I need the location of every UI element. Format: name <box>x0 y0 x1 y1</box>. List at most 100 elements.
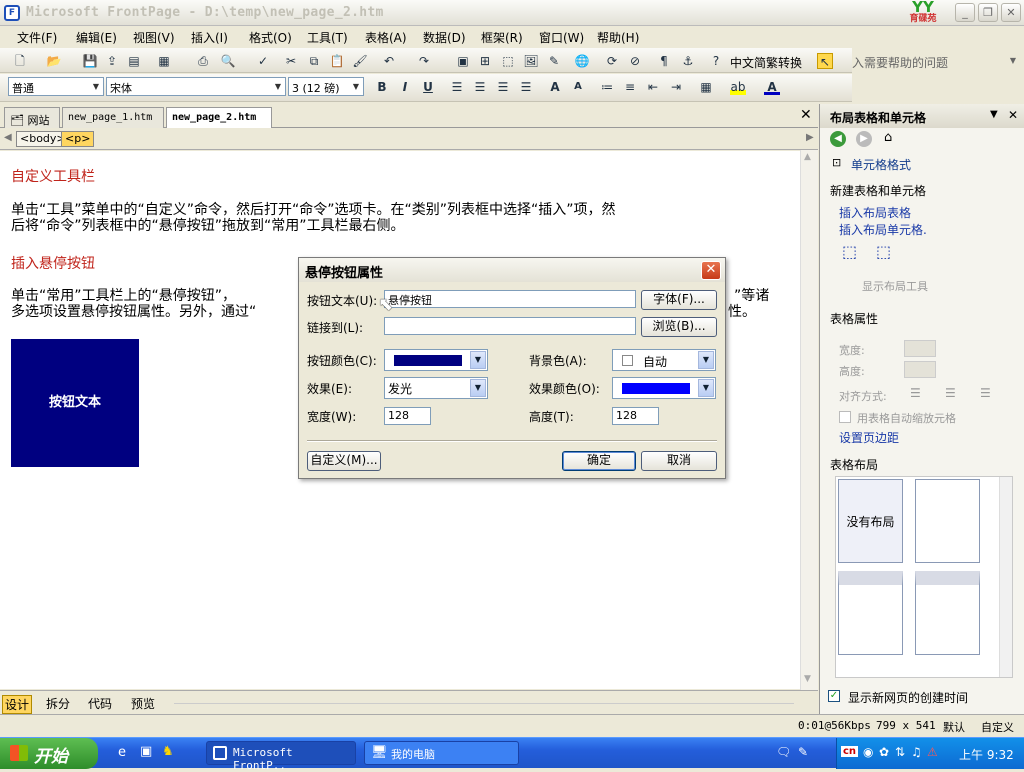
frontpage-app-icon[interactable]: F <box>4 5 20 21</box>
view-split-tab[interactable]: 拆分 <box>46 695 70 712</box>
view-design-tab[interactable]: 设计 <box>2 695 33 714</box>
horizontal-scrollbar[interactable] <box>174 703 794 704</box>
forward-icon[interactable]: ▶ <box>856 131 872 147</box>
scroll-up-icon[interactable]: ▲ <box>804 152 811 162</box>
menu-view[interactable]: 视图(V) <box>133 29 175 46</box>
highlight-icon[interactable]: ab <box>730 79 746 95</box>
effect-color-select[interactable]: ▼ <box>612 377 716 399</box>
align-right-icon[interactable]: ☰ <box>495 79 511 95</box>
insert-layout-table-link[interactable]: 插入布局表格 <box>839 204 911 221</box>
menu-help[interactable]: 帮助(H) <box>597 29 639 46</box>
style-combo[interactable]: 普通 ▼ <box>8 77 104 96</box>
draw-cell-icon[interactable]: ⬚ <box>876 242 891 261</box>
layout-none[interactable]: 没有布局 <box>838 479 903 563</box>
height-input[interactable] <box>904 361 936 378</box>
start-button[interactable]: 开始 <box>0 738 98 769</box>
width-input[interactable]: 128 <box>384 407 431 425</box>
menu-table[interactable]: 表格(A) <box>365 29 407 46</box>
copy-icon[interactable]: ⧉ <box>306 53 322 69</box>
clock[interactable]: 上午 9:32 <box>959 746 1014 763</box>
align-center-icon[interactable]: ☰ <box>945 386 956 400</box>
pane-close-icon[interactable]: ✕ <box>1008 108 1018 122</box>
width-input[interactable] <box>904 340 936 357</box>
pane-menu-icon[interactable]: ▼ <box>990 109 998 120</box>
drawing-icon[interactable]: ✎ <box>546 53 562 69</box>
menu-tools[interactable]: 工具(T) <box>307 29 348 46</box>
cell-format-link[interactable]: 单元格格式 <box>851 156 911 173</box>
back-icon[interactable]: ◀ <box>830 131 846 147</box>
cut-icon[interactable]: ✂ <box>283 53 299 69</box>
print-preview-icon[interactable]: 🔍 <box>220 53 236 69</box>
height-input[interactable]: 128 <box>612 407 659 425</box>
layout-table-icon[interactable]: ⬚ <box>500 53 516 69</box>
desktop-quicklaunch-icon[interactable]: ▣ <box>140 744 152 759</box>
align-center-icon[interactable]: ☰ <box>472 79 488 95</box>
gallery-scrollbar[interactable] <box>999 477 1012 677</box>
restore-button[interactable]: ❐ <box>978 3 998 22</box>
home-icon[interactable]: ⌂ <box>884 130 892 145</box>
layout-option-3[interactable] <box>915 571 980 655</box>
format-painter-icon[interactable]: 🖌 <box>352 53 368 69</box>
alert-icon[interactable]: ⚠ <box>927 745 938 759</box>
increase-font-icon[interactable]: A <box>547 79 563 95</box>
hover-button-preview[interactable]: 按钮文本 <box>11 339 139 467</box>
align-left-icon[interactable]: ☰ <box>449 79 465 95</box>
button-color-select[interactable]: ▼ <box>384 349 488 371</box>
menu-insert[interactable]: 插入(I) <box>191 29 228 46</box>
link-to-input[interactable] <box>384 317 636 335</box>
bulleted-list-icon[interactable]: ≡ <box>622 79 638 95</box>
anchor-icon[interactable]: ⚓ <box>680 53 696 69</box>
align-right-icon[interactable]: ☰ <box>980 386 991 400</box>
increase-indent-icon[interactable]: ⇥ <box>668 79 684 95</box>
ok-button[interactable]: 确定 <box>562 451 636 471</box>
insert-layer-icon[interactable]: ▣ <box>455 53 471 69</box>
redo-icon[interactable]: ↷ <box>416 53 432 69</box>
antivirus-icon[interactable]: ◉ <box>863 745 873 759</box>
spelling-icon[interactable]: ✓ <box>255 53 271 69</box>
effect-select[interactable]: 发光 ▼ <box>384 377 488 399</box>
browse-button[interactable]: 浏览(B)... <box>641 317 717 337</box>
italic-icon[interactable]: I <box>397 79 413 95</box>
show-create-time-checkbox[interactable]: ✓ <box>828 690 840 702</box>
layout-option-2[interactable] <box>838 571 903 655</box>
mode-custom[interactable]: 自定义 <box>981 719 1014 735</box>
publish-icon[interactable]: ⇪ <box>104 53 120 69</box>
cancel-button[interactable]: 取消 <box>641 451 717 471</box>
task-frontpage[interactable]: Microsoft FrontP.. <box>206 741 356 772</box>
font-size-combo[interactable]: 3 (12 磅) ▼ <box>288 77 364 96</box>
tab-new-page-1[interactable]: new_page_1.htm <box>62 107 164 128</box>
ie-quicklaunch-icon[interactable]: e <box>118 745 126 760</box>
menu-window[interactable]: 窗口(W) <box>539 29 584 46</box>
insert-picture-icon[interactable]: 🖼 <box>523 53 539 69</box>
help-search-box[interactable]: 键入需要帮助的问题 ▼ <box>840 54 1020 72</box>
paste-icon[interactable]: 📋 <box>329 53 345 69</box>
undo-icon[interactable]: ↶ <box>381 53 397 69</box>
autoscale-checkbox[interactable] <box>839 411 851 423</box>
menu-data[interactable]: 数据(D) <box>423 29 466 46</box>
web-component-icon[interactable]: ▦ <box>156 53 172 69</box>
minimize-button[interactable]: _ <box>955 3 975 22</box>
numbered-list-icon[interactable]: ≔ <box>599 79 615 95</box>
view-preview-tab[interactable]: 预览 <box>131 695 155 712</box>
close-document-icon[interactable]: ✕ <box>800 107 812 123</box>
font-color-icon[interactable]: A <box>764 79 780 95</box>
menu-format[interactable]: 格式(O) <box>249 29 292 46</box>
justify-icon[interactable]: ☰ <box>518 79 534 95</box>
layout-option-1[interactable] <box>915 479 980 563</box>
task-my-computer[interactable]: 🖥 我的电脑 <box>364 741 519 765</box>
close-button[interactable]: ✕ <box>1001 3 1021 22</box>
underline-icon[interactable]: U <box>420 79 436 95</box>
folder-list-icon[interactable]: ▤ <box>126 53 142 69</box>
insert-layout-cell-link[interactable]: 插入布局单元格. <box>839 221 927 238</box>
hyperlink-icon[interactable]: 🌐 <box>574 53 590 69</box>
network-icon[interactable]: ⇅ <box>895 745 905 759</box>
tab-new-page-2[interactable]: new_page_2.htm <box>166 107 272 129</box>
borders-icon[interactable]: ▦ <box>698 79 714 95</box>
bold-icon[interactable]: B <box>374 79 390 95</box>
chinese-convert-button[interactable]: 中文简繁转换 <box>730 54 802 71</box>
dialog-close-button[interactable]: ✕ <box>701 261 721 280</box>
menu-edit[interactable]: 编辑(E) <box>76 29 117 46</box>
align-left-icon[interactable]: ☰ <box>910 386 921 400</box>
tag-p[interactable]: <p> <box>61 131 95 147</box>
mode-default[interactable]: 默认 <box>943 719 965 735</box>
